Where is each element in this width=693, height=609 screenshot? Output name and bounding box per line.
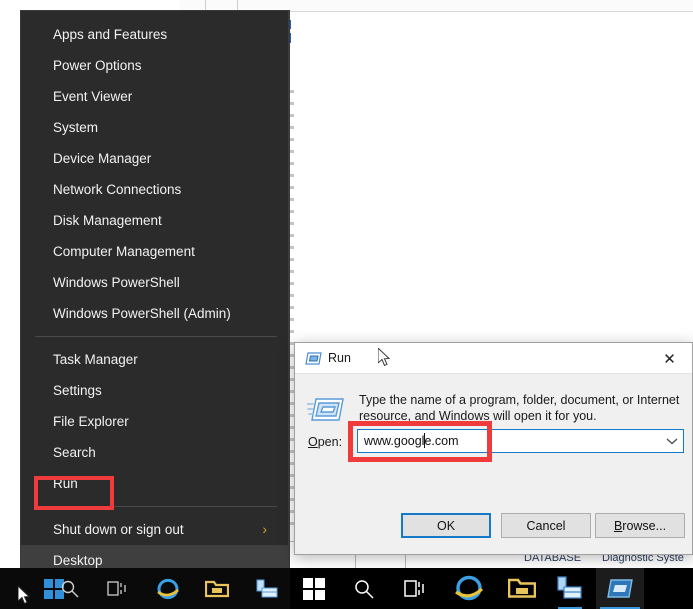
menu-item-event-viewer[interactable]: Event Viewer [21,81,289,112]
menu-item-label: Power Options [53,58,142,73]
menu-item-label: Windows PowerShell [53,275,180,290]
menu-item-label: File Explorer [53,414,129,429]
server-app-button[interactable] [243,568,291,609]
winx-context-menu[interactable]: Apps and Features Power Options Event View… [21,11,289,588]
close-icon[interactable]: ✕ [647,343,692,374]
menu-item-label: Task Manager [53,352,138,367]
task-view-button[interactable] [392,568,440,609]
menu-right-edge [288,11,289,588]
internet-explorer-button[interactable] [445,568,493,609]
menu-item-label: Disk Management [53,213,162,228]
open-combobox[interactable] [357,429,684,453]
run-dialog-taskbar-button[interactable] [596,568,644,609]
menu-item-label: System [53,120,98,135]
menu-item-task-manager[interactable]: Task Manager [21,344,289,375]
ok-button[interactable]: OK [401,513,491,538]
menu-item-label: Apps and Features [53,27,167,42]
taskbar-right-monitor[interactable] [290,568,693,609]
menu-item-label: Settings [53,383,102,398]
mouse-cursor-taskbar [18,586,32,606]
internet-explorer-button[interactable] [144,568,192,609]
open-label-rest: pen: [318,435,342,449]
menu-item-label: Run [53,476,78,491]
menu-separator [35,336,277,337]
menu-item-search[interactable]: Search [21,437,289,468]
search-button[interactable] [46,568,94,609]
mouse-cursor [378,348,392,368]
menu-item-power-options[interactable]: Power Options [21,50,289,81]
chevron-right-icon: › [262,514,267,545]
chevron-down-icon[interactable] [661,430,683,452]
file-explorer-button[interactable] [498,568,546,609]
menu-item-apps-and-features[interactable]: Apps and Features [21,19,289,50]
run-dialog[interactable]: Run ✕ Type the name of [294,342,693,555]
menu-item-disk-management[interactable]: Disk Management [21,205,289,236]
browse-button[interactable]: Browse... [595,513,685,538]
menu-item-file-explorer[interactable]: File Explorer [21,406,289,437]
run-dialog-titlebar[interactable]: Run ✕ [295,343,692,374]
search-button[interactable] [340,568,388,609]
run-dialog-description: Type the name of a program, folder, docu… [359,392,684,424]
menu-item-label: Search [53,445,96,460]
winx-menu-list: Apps and Features Power Options Event View… [21,11,289,576]
cancel-button[interactable]: Cancel [501,513,591,538]
run-dialog-body: Type the name of a program, folder, docu… [295,374,692,505]
menu-item-run[interactable]: Run [21,468,289,499]
taskbar-left-monitor[interactable] [0,568,290,609]
menu-item-settings[interactable]: Settings [21,375,289,406]
menu-item-network-connections[interactable]: Network Connections [21,174,289,205]
menu-separator [35,506,277,507]
run-dialog-title: Run [328,343,351,374]
file-explorer-button[interactable] [193,568,241,609]
open-label-accelerator: O [308,435,318,449]
screen: DATABASE Diagnostic Syste Apps and Featu… [0,0,693,609]
menu-item-device-manager[interactable]: Device Manager [21,143,289,174]
menu-item-label: Shut down or sign out [53,522,184,537]
menu-item-computer-management[interactable]: Computer Management [21,236,289,267]
menu-item-shut-down-or-sign-out[interactable]: Shut down or sign out › [21,514,289,545]
text-caret [424,433,425,448]
menu-item-label: Device Manager [53,151,151,166]
menu-item-label: Desktop [53,553,103,568]
task-view-button[interactable] [94,568,142,609]
open-field-label: Open: [308,435,342,449]
menu-item-label: Network Connections [53,182,181,197]
menu-item-label: Event Viewer [53,89,132,104]
open-input[interactable] [358,430,661,452]
run-window-icon [305,351,322,366]
menu-item-windows-powershell[interactable]: Windows PowerShell [21,267,289,298]
server-app-button[interactable] [546,568,594,609]
start-button[interactable] [290,568,338,609]
run-dialog-footer: OK Cancel Browse... [295,505,692,553]
menu-item-label: Windows PowerShell (Admin) [53,306,231,321]
menu-item-system[interactable]: System [21,112,289,143]
run-program-icon [307,394,347,430]
menu-item-windows-powershell-admin[interactable]: Windows PowerShell (Admin) [21,298,289,329]
menu-item-label: Computer Management [53,244,195,259]
